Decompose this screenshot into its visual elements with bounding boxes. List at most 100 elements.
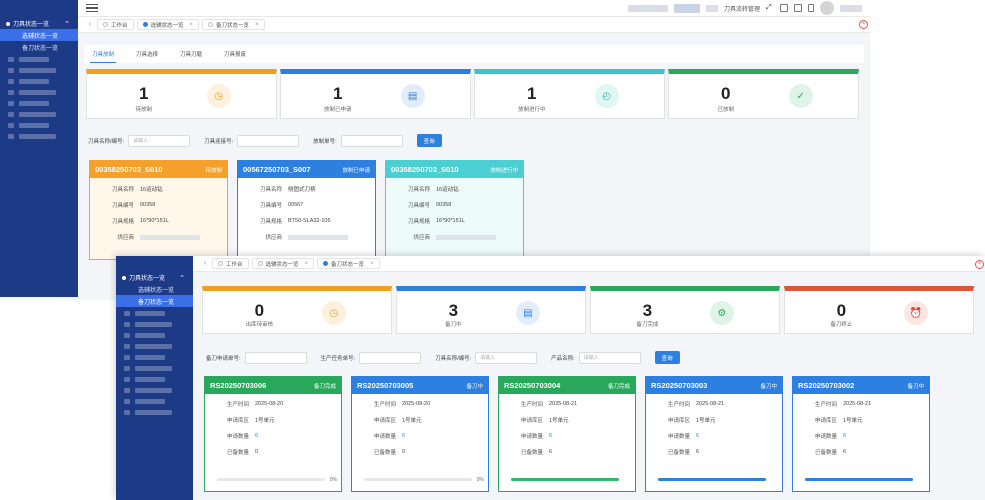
- field-label: 申请数量: [667, 434, 690, 440]
- phone-icon[interactable]: [808, 4, 814, 12]
- module-menu[interactable]: 刀具流转管理: [724, 4, 760, 13]
- stat-value: 1: [526, 84, 537, 103]
- field-label: 申请库区: [373, 418, 396, 424]
- sidebar-group-tool-status[interactable]: 刀具状态一览 ⌃: [116, 272, 193, 283]
- stat-card[interactable]: 0 已放制 ✓: [668, 69, 859, 119]
- tab-close-icon[interactable]: ×: [370, 261, 374, 267]
- sidebar-item-blurred[interactable]: [124, 319, 183, 329]
- tab-status-dot-icon: [257, 261, 263, 266]
- sidebar-item-blurred[interactable]: [8, 98, 68, 108]
- expand-icon[interactable]: ⤢: [766, 4, 774, 12]
- card-field: 已备数量 6: [793, 444, 929, 460]
- filter-input[interactable]: [340, 134, 403, 147]
- stat-card[interactable]: 1 放制进行中 ◴: [474, 69, 665, 119]
- subtab-2[interactable]: 刀具刃磨: [178, 45, 204, 63]
- prep-card[interactable]: RS20250703005 备刀中 生产时间 2025-08-20 申请库区 1号单元 申请…: [351, 376, 489, 492]
- prep-card[interactable]: RS20250703006 备刀完成 生产时间 2025-08-20 申请库区 1号单元申…: [204, 376, 342, 492]
- field-value: 1号单元: [255, 418, 275, 424]
- sidebar-item-blurred[interactable]: [124, 385, 183, 395]
- tool-card[interactable]: 00358250703_S010 放制进行中 刀具名称 16运动钻 刀具编号 00358 刀…: [385, 160, 524, 260]
- sidebar-item-blurred[interactable]: [124, 352, 183, 362]
- calendar-icon[interactable]: [794, 4, 802, 12]
- prep-card[interactable]: RS20250703002 备刀中 生产时间 2025-08-21 申请库区 1号单元 申请…: [792, 376, 930, 492]
- card-field: 申请数量 6: [793, 428, 929, 444]
- sidebar-group-tool-status[interactable]: 刀具状态一览 ⌃: [0, 18, 78, 29]
- filter-input[interactable]: [244, 351, 307, 364]
- card-field: 刀具名称 16运动钻: [386, 181, 523, 197]
- filter-input[interactable]: [237, 134, 300, 147]
- timer-icon: ◴: [594, 84, 619, 108]
- sidebar-item-blurred[interactable]: [8, 131, 68, 141]
- status-badge: 备刀中: [466, 383, 483, 390]
- filter-input[interactable]: [359, 351, 422, 364]
- field-label: 申请库区: [667, 418, 690, 424]
- sidebar-item-blurred[interactable]: [8, 109, 68, 119]
- sidebar-item-blurred[interactable]: [8, 65, 68, 75]
- sidebar-item-prep-status[interactable]: 备刀状态一览: [116, 295, 193, 307]
- card-field: 刀具规格 16*90*151L: [90, 213, 227, 229]
- sidebar-item-selection-status[interactable]: 选辅状态一览: [116, 283, 193, 295]
- sidebar-item-blurred[interactable]: [8, 76, 68, 86]
- tab-0[interactable]: 工作台: [212, 258, 249, 269]
- sidebar-item-blurred[interactable]: [124, 374, 183, 384]
- stat-card[interactable]: 3 备刀中 ▤: [396, 286, 586, 334]
- sidebar-item-selection-status[interactable]: 选辅状态一览: [0, 29, 78, 41]
- filter-bar: 备刀申请单号: 生产任务单号: 刀具名称/编号: 请输入 产品名称: 请输入 查询: [206, 351, 680, 364]
- close-all-tabs-icon[interactable]: ×: [975, 260, 984, 269]
- field-label: 已备数量: [814, 450, 837, 456]
- sidebar-item-blurred[interactable]: [8, 54, 68, 64]
- tool-card[interactable]: 00567250703_S007 放制已申请 刀具名称 侧固式刀柄 刀具编号 00567 刀…: [237, 160, 376, 260]
- query-button[interactable]: 查询: [416, 134, 442, 147]
- tab-close-icon[interactable]: ×: [305, 261, 309, 267]
- tab-1[interactable]: 选辅状态一览 ×: [251, 258, 315, 269]
- sidebar-item-blurred[interactable]: [124, 308, 183, 318]
- tab-close-icon[interactable]: ×: [255, 22, 259, 28]
- tab-scroll-left-icon[interactable]: ‹: [86, 21, 94, 28]
- sidebar-item-blurred[interactable]: [8, 120, 68, 130]
- sidebar-item-blurred[interactable]: [124, 341, 183, 351]
- stat-card[interactable]: 0 出库待审核 ◷: [202, 286, 392, 334]
- tab-label: 工作台: [111, 22, 128, 29]
- card-field: 已备数量 0: [352, 444, 488, 460]
- sidebar-item-blurred[interactable]: [124, 363, 183, 373]
- filter-input[interactable]: 请输入: [475, 351, 538, 364]
- sidebar-item-blurred[interactable]: [124, 407, 183, 417]
- prep-card[interactable]: RS20250703004 备刀完成 生产时间 2025-08-21 申请库区 1号单元申…: [498, 376, 636, 492]
- subtab-1[interactable]: 刀具选择: [134, 45, 160, 63]
- tab-0[interactable]: 工作台: [97, 19, 134, 30]
- stat-card[interactable]: 1 待放制 ◷: [86, 69, 277, 119]
- tab-2[interactable]: 备刀状态一览 ×: [202, 19, 265, 30]
- subtab-0[interactable]: 刀具放制: [90, 45, 117, 63]
- monitor-icon[interactable]: [780, 4, 788, 12]
- stat-card[interactable]: 0 备刀终止 ⏰: [784, 286, 974, 334]
- stat-card[interactable]: 3 备刀完成 ⚙: [590, 286, 780, 334]
- stat-card[interactable]: 1 放制已申请 ▤: [280, 69, 471, 119]
- tool-card[interactable]: 00358250703_S010 待放制 刀具名称 16运动钻 刀具编号 00358 刀具规…: [89, 160, 228, 260]
- close-all-tabs-icon[interactable]: ×: [859, 20, 868, 29]
- progress-bar: [217, 478, 325, 481]
- status-badge: 备刀中: [907, 383, 924, 390]
- sidebar-item-blurred[interactable]: [8, 87, 68, 97]
- sidebar-item-blurred[interactable]: [124, 330, 183, 340]
- filter-input[interactable]: 请输入: [128, 134, 191, 147]
- query-button[interactable]: 查询: [654, 351, 680, 364]
- card-header: RS20250703002 备刀中: [793, 377, 929, 394]
- tab-1[interactable]: 选辅状态一览 ×: [136, 19, 200, 30]
- field-label: 申请数量: [814, 434, 837, 440]
- filter-input[interactable]: 请输入: [578, 351, 641, 364]
- tab-scroll-left-icon[interactable]: ‹: [201, 260, 209, 267]
- field-label: 生产时间: [373, 402, 396, 408]
- card-field: 刀具编号 00567: [238, 197, 375, 213]
- subtab-3[interactable]: 刀具报废: [222, 45, 248, 63]
- tab-2[interactable]: 备刀状态一览 ×: [317, 258, 380, 269]
- stat-value: 0: [720, 84, 731, 103]
- tab-close-icon[interactable]: ×: [190, 22, 194, 28]
- menu-toggle-icon[interactable]: [86, 4, 98, 12]
- sidebar-item-blurred[interactable]: [124, 396, 183, 406]
- progress-bar: [658, 478, 766, 481]
- prep-card[interactable]: RS20250703003 备刀中 生产时间 2025-08-21 申请库区 1号单元 申请…: [645, 376, 783, 492]
- field-value: BT50-SLA32-105: [288, 218, 331, 224]
- sidebar-item-prep-status[interactable]: 备刀状态一览: [0, 41, 78, 53]
- tab-status-dot-icon: [218, 261, 223, 266]
- avatar[interactable]: [820, 1, 834, 15]
